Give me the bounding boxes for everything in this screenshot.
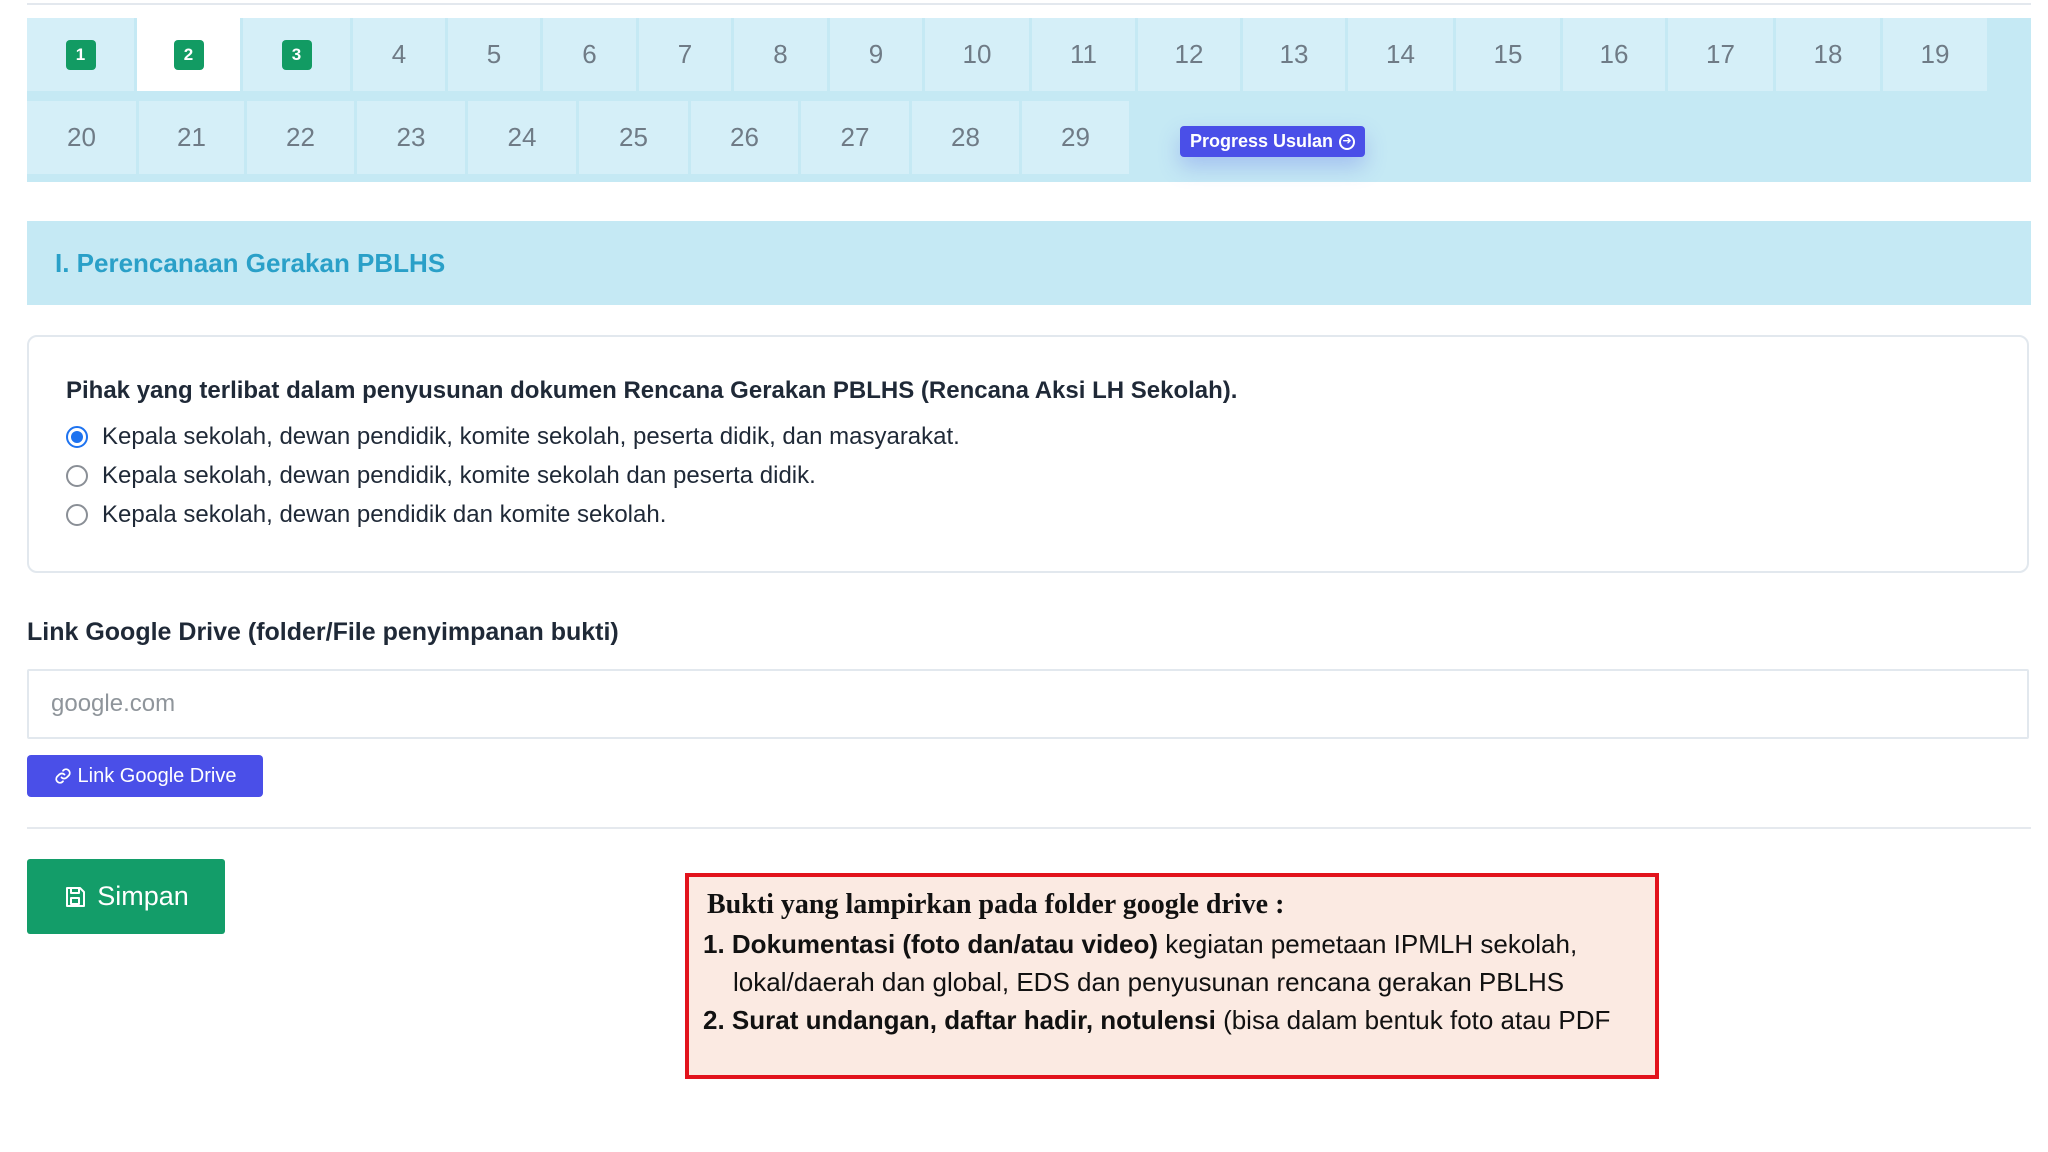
question-number: 16 [1599, 39, 1629, 69]
question-nav-item-9[interactable]: 9 [830, 18, 922, 91]
question-nav-item-5[interactable]: 5 [448, 18, 540, 91]
arrow-right-circle-icon: ➜ [1339, 133, 1356, 150]
question-number: 4 [391, 39, 407, 69]
save-label: Simpan [97, 881, 189, 911]
section-title: I. Perencanaan Gerakan PBLHS [55, 247, 446, 278]
question-number: 19 [1920, 39, 1950, 69]
question-number: 18 [1813, 39, 1843, 69]
question-number: 9 [868, 39, 884, 69]
question-number: 14 [1386, 39, 1415, 69]
question-nav-item-29[interactable]: 29 [1022, 101, 1129, 174]
question-nav-item-16[interactable]: 16 [1563, 18, 1665, 91]
drive-link-input[interactable] [27, 669, 2029, 739]
question-nav-item-26[interactable]: 26 [691, 101, 798, 174]
question-nav-item-1[interactable]: 1 [27, 18, 134, 91]
question-nav-item-11[interactable]: 11 [1032, 18, 1135, 91]
answered-chip: 2 [173, 39, 204, 70]
question-number: 27 [840, 122, 870, 152]
question-nav-item-22[interactable]: 22 [247, 101, 354, 174]
question-nav-item-15[interactable]: 15 [1456, 18, 1560, 91]
question-nav-item-2[interactable]: 2 [137, 18, 240, 91]
question-number: 17 [1706, 39, 1735, 69]
question-number: 8 [773, 39, 788, 69]
answer-option-3[interactable]: Kepala sekolah, dewan pendidik dan komit… [66, 501, 666, 529]
question-nav-item-19[interactable]: 19 [1883, 18, 1987, 91]
question-nav-item-14[interactable]: 14 [1348, 18, 1453, 91]
question-number: 21 [177, 122, 206, 152]
question-number: 24 [507, 122, 537, 152]
question-nav-item-18[interactable]: 18 [1776, 18, 1880, 91]
question-nav-item-13[interactable]: 13 [1243, 18, 1345, 91]
question-nav-item-28[interactable]: 28 [912, 101, 1019, 174]
question-nav-item-17[interactable]: 17 [1668, 18, 1773, 91]
question-nav-item-24[interactable]: 24 [468, 101, 576, 174]
radio-button[interactable] [66, 504, 88, 526]
link-google-drive-button[interactable]: Link Google Drive [27, 755, 263, 797]
question-number: 22 [286, 122, 315, 152]
question-nav-item-3[interactable]: 3 [243, 18, 350, 91]
answered-chip: 1 [65, 39, 96, 70]
evidence-annotation-box: Bukti yang lampirkan pada folder google … [685, 873, 1659, 1079]
drive-link-label: Link Google Drive (folder/File penyimpan… [27, 618, 619, 646]
question-number-grid: 1 2 3 4 5 6 7 8 9 10 11 12 13 14 15 16 1… [27, 18, 2031, 182]
annotation-item-2-bold: 2. Surat undangan, daftar hadir, notulen… [703, 1005, 1216, 1035]
answer-option-label: Kepala sekolah, dewan pendidik, komite s… [102, 462, 816, 489]
link-icon [54, 768, 71, 784]
question-nav-item-21[interactable]: 21 [139, 101, 244, 174]
answer-option-2[interactable]: Kepala sekolah, dewan pendidik, komite s… [66, 462, 816, 490]
question-nav-item-10[interactable]: 10 [925, 18, 1029, 91]
radio-button[interactable] [66, 465, 88, 487]
save-button[interactable]: Simpan [27, 859, 225, 934]
question-number: 13 [1279, 39, 1309, 69]
question-number: 20 [67, 122, 96, 152]
question-nav-item-23[interactable]: 23 [357, 101, 465, 174]
question-nav-item-6[interactable]: 6 [543, 18, 636, 91]
question-number: 6 [582, 39, 597, 69]
question-number: 11 [1070, 39, 1097, 69]
link-google-drive-label: Link Google Drive [77, 764, 237, 787]
question-nav-item-7[interactable]: 7 [639, 18, 731, 91]
radio-button-selected[interactable] [66, 426, 88, 448]
question-text: Pihak yang terlibat dalam penyusunan dok… [66, 377, 1238, 404]
annotation-item-1-bold: 1. Dokumentasi (foto dan/atau video) [703, 929, 1159, 959]
annotation-item-1-continued: lokal/daerah dan global, EDS dan penyusu… [733, 967, 1564, 998]
question-nav-item-8[interactable]: 8 [734, 18, 827, 91]
annotation-item-1: 1. Dokumentasi (foto dan/atau video) keg… [703, 929, 1577, 960]
question-card: Pihak yang terlibat dalam penyusunan dok… [27, 335, 2029, 573]
question-number: 15 [1493, 39, 1523, 69]
question-number: 26 [730, 122, 759, 152]
question-number: 25 [619, 122, 648, 152]
question-nav-item-27[interactable]: 27 [801, 101, 909, 174]
question-nav-item-25[interactable]: 25 [579, 101, 688, 174]
annotation-item-2: 2. Surat undangan, daftar hadir, notulen… [703, 1005, 1610, 1036]
question-number: 12 [1174, 39, 1204, 69]
top-divider [27, 0, 2031, 5]
answer-option-label: Kepala sekolah, dewan pendidik dan komit… [102, 501, 667, 528]
answer-option-1[interactable]: Kepala sekolah, dewan pendidik, komite s… [66, 423, 960, 451]
question-number: 28 [951, 122, 980, 152]
question-nav-item-20[interactable]: 20 [27, 101, 136, 174]
form-divider [27, 827, 2031, 829]
question-number: 7 [677, 39, 693, 69]
annotation-item-1-text: kegiatan pemetaan IPMLH sekolah, [1158, 929, 1578, 959]
question-number: 23 [396, 122, 426, 152]
annotation-item-1-cont-text: lokal/daerah dan global, EDS dan penyusu… [733, 967, 1565, 997]
section-header: I. Perencanaan Gerakan PBLHS [27, 221, 2031, 305]
question-nav-item-12[interactable]: 12 [1138, 18, 1240, 91]
progress-usulan-button[interactable]: Progress Usulan ➜ [1179, 126, 1366, 157]
answer-option-label: Kepala sekolah, dewan pendidik, komite s… [102, 423, 960, 450]
progress-usulan-area: Progress Usulan ➜ [1149, 121, 1396, 181]
question-number: 10 [962, 39, 992, 69]
floppy-disk-icon [66, 886, 86, 907]
question-number: 5 [486, 39, 502, 69]
progress-usulan-label: Progress Usulan [1189, 131, 1334, 151]
question-nav-item-4[interactable]: 4 [353, 18, 445, 91]
annotation-title: Bukti yang lampirkan pada folder google … [707, 889, 1285, 920]
annotation-item-2-text: (bisa dalam bentuk foto atau PDF [1215, 1005, 1611, 1035]
question-number: 29 [1061, 122, 1090, 152]
answered-chip: 3 [281, 39, 312, 70]
